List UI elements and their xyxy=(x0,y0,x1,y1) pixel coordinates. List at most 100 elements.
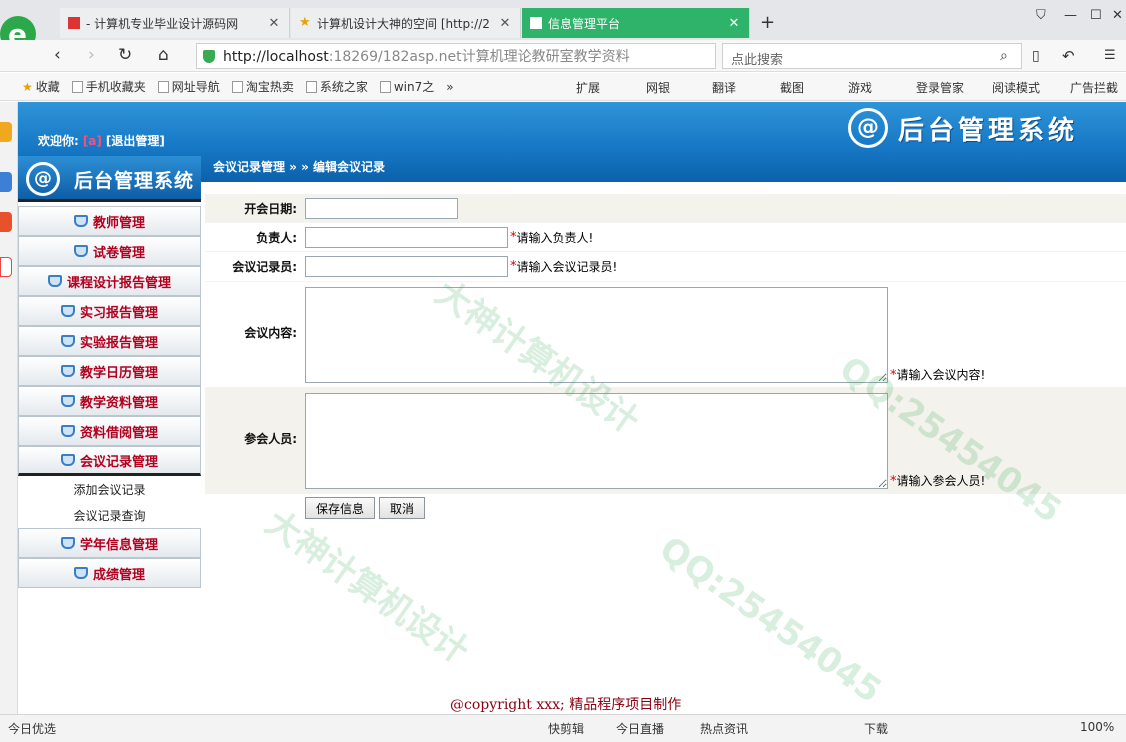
new-tab-button[interactable]: + xyxy=(760,12,775,33)
bookmark-system[interactable]: 系统之家 xyxy=(305,78,368,95)
username[interactable]: [a] xyxy=(83,134,102,148)
edit-meeting-record-form: 开会日期: 负责人: * 请输入负责人! 会议记录员: * 请输入会议记录员! 会议… xyxy=(205,194,1126,522)
address-bar-row: ‹ › ↻ ⌂ http://localhost:18269/182asp.ne… xyxy=(0,40,1126,72)
menu-teacher[interactable]: 教师管理 xyxy=(18,206,201,236)
secure-shield-icon xyxy=(203,49,215,63)
system-logo-icon: @ xyxy=(26,162,60,196)
page-icon xyxy=(379,80,391,93)
save-button[interactable]: 保存信息 xyxy=(305,497,376,519)
meeting-content-textarea[interactable] xyxy=(305,287,888,383)
system-title: 后台管理系统 xyxy=(898,116,1079,146)
search-input[interactable]: 点此搜索 xyxy=(722,43,1022,69)
menu-teaching-calendar[interactable]: 教学日历管理 xyxy=(18,356,201,386)
shirt-icon[interactable]: ⛉ xyxy=(1036,8,1046,23)
meeting-date-input[interactable] xyxy=(305,197,458,219)
system-logo-icon: @ xyxy=(848,108,888,148)
form-row-date: 开会日期: xyxy=(205,194,1126,223)
status-quick-edit[interactable]: 快剪辑 xyxy=(548,720,584,737)
bookmark-favorites[interactable]: ★ 收藏 xyxy=(22,78,60,95)
maximize-icon[interactable]: ☐ xyxy=(1090,8,1102,23)
page-icon xyxy=(71,80,83,93)
tab-author-space[interactable]: ★ 计算机设计大神的空间 [http://2 ✕ xyxy=(291,8,521,38)
menu-item-icon xyxy=(73,215,88,227)
tool-screenshot[interactable]: 截图 xyxy=(780,79,804,96)
url-input[interactable]: http://localhost:18269/182asp.net计算机理论教研… xyxy=(196,43,716,69)
menu-item-icon xyxy=(73,245,88,257)
logout-link[interactable]: [退出管理] xyxy=(106,134,165,148)
tool-games[interactable]: 游戏 xyxy=(848,79,872,96)
undo-icon[interactable]: ↶ xyxy=(1062,47,1075,65)
tool-adblock[interactable]: 广告拦截 xyxy=(1070,79,1118,96)
star-icon: ★ xyxy=(299,15,311,30)
form-row-actions: 保存信息 取消 xyxy=(205,494,1126,522)
menu-teaching-material[interactable]: 教学资料管理 xyxy=(18,386,201,416)
submenu-query-meeting-record[interactable]: 会议记录查询 xyxy=(18,502,201,528)
bookmarks-more[interactable]: » xyxy=(446,80,453,94)
form-row-attendees: 参会人员: * 请输入参会人员! xyxy=(205,388,1126,494)
close-window-icon[interactable]: ✕ xyxy=(1112,8,1123,23)
close-icon[interactable]: ✕ xyxy=(267,16,281,31)
status-daily-picks[interactable]: 今日优选 xyxy=(8,720,56,737)
search-icon[interactable]: ⌕ xyxy=(1000,48,1008,64)
owner-input[interactable] xyxy=(305,226,508,248)
zoom-level[interactable]: 100% xyxy=(1080,720,1114,734)
menu-item-icon xyxy=(60,454,75,466)
menu-grades[interactable]: 成绩管理 xyxy=(18,558,201,588)
close-icon[interactable]: ✕ xyxy=(498,16,512,31)
menu-internship-report[interactable]: 实习报告管理 xyxy=(18,296,201,326)
status-hot-news[interactable]: 热点资讯 xyxy=(700,720,748,737)
bookmarks-bar: ★ 收藏 手机收藏夹 网址导航 淘宝热卖 系统之家 win7之 » 扩展 网银 翻… xyxy=(0,73,1126,101)
home-icon[interactable]: ⌂ xyxy=(158,45,169,65)
recorder-input[interactable] xyxy=(305,256,508,277)
phone-icon[interactable]: ▯ xyxy=(1032,48,1040,64)
page-icon xyxy=(305,80,317,93)
star-icon: ★ xyxy=(22,79,33,94)
close-icon[interactable]: ✕ xyxy=(727,16,741,31)
sidebar-app-icon[interactable] xyxy=(0,212,12,232)
menu-course-report[interactable]: 课程设计报告管理 xyxy=(18,266,201,296)
browser-tab-strip: e - 计算机专业毕业设计源码网 ✕ ★ 计算机设计大神的空间 [http://… xyxy=(0,0,1126,52)
menu-meeting-record[interactable]: 会议记录管理 xyxy=(18,446,201,476)
browser-status-bar: 今日优选 快剪辑 今日直播 热点资讯 下载 100% xyxy=(0,714,1126,742)
tool-extensions[interactable]: 扩展 xyxy=(576,79,600,96)
tool-ebank[interactable]: 网银 xyxy=(646,79,670,96)
menu-lab-report[interactable]: 实验报告管理 xyxy=(18,326,201,356)
tool-login-manager[interactable]: 登录管家 xyxy=(916,79,964,96)
bookmark-win7[interactable]: win7之 xyxy=(379,78,434,95)
sidebar-logo: @ 后台管理系统 xyxy=(18,156,201,202)
minimize-icon[interactable]: — xyxy=(1064,8,1077,23)
bookmark-nav[interactable]: 网址导航 xyxy=(157,78,220,95)
menu-item-icon xyxy=(60,537,75,549)
sidebar-app-icon[interactable] xyxy=(0,172,12,192)
tool-translate[interactable]: 翻译 xyxy=(712,79,736,96)
page-icon xyxy=(157,80,169,93)
cancel-button[interactable]: 取消 xyxy=(379,497,426,519)
sidebar-app-icon[interactable] xyxy=(0,257,12,277)
sidebar-app-icon[interactable] xyxy=(0,122,12,142)
submenu-add-meeting-record[interactable]: 添加会议记录 xyxy=(18,476,201,502)
menu-item-icon xyxy=(60,395,75,407)
page-icon xyxy=(231,80,243,93)
attendees-textarea[interactable] xyxy=(305,393,888,489)
menu-academic-year[interactable]: 学年信息管理 xyxy=(18,528,201,558)
tool-reading-mode[interactable]: 阅读模式 xyxy=(992,79,1040,96)
bookmark-mobile[interactable]: 手机收藏夹 xyxy=(71,78,146,95)
menu-item-icon xyxy=(73,567,88,579)
tab-source-site[interactable]: - 计算机专业毕业设计源码网 ✕ xyxy=(60,8,290,38)
status-live[interactable]: 今日直播 xyxy=(616,720,664,737)
status-download[interactable]: 下载 xyxy=(864,720,888,737)
form-row-recorder: 会议记录员: * 请输入会议记录员! xyxy=(205,252,1126,282)
bookmark-taobao[interactable]: 淘宝热卖 xyxy=(231,78,294,95)
browser-side-strip xyxy=(0,102,18,714)
sidebar-menu: 教师管理 试卷管理 课程设计报告管理 实习报告管理 实验报告管理 教学日历管理 … xyxy=(18,206,201,588)
menu-exam[interactable]: 试卷管理 xyxy=(18,236,201,266)
reload-icon[interactable]: ↻ xyxy=(118,45,132,65)
back-icon[interactable]: ‹ xyxy=(54,45,61,65)
tab-info-platform[interactable]: 信息管理平台 ✕ xyxy=(522,8,750,38)
menu-material-borrow[interactable]: 资料借阅管理 xyxy=(18,416,201,446)
menu-icon[interactable]: ☰ xyxy=(1104,48,1116,63)
menu-item-icon xyxy=(60,365,75,377)
forward-icon[interactable]: › xyxy=(88,45,95,65)
menu-item-icon xyxy=(47,275,62,287)
welcome-text: 欢迎你: [a] [退出管理] xyxy=(38,134,165,148)
